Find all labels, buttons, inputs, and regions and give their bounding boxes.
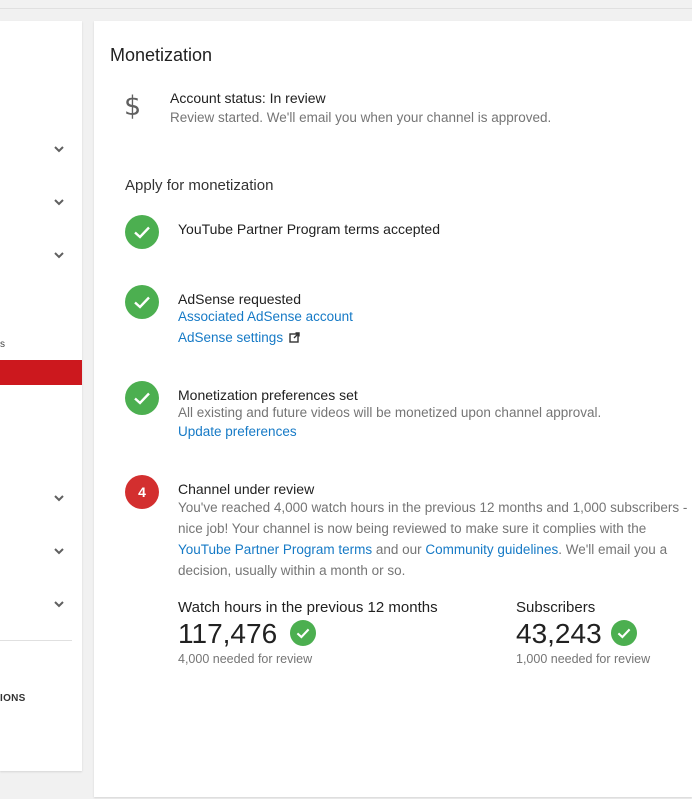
subscribers-label: Subscribers (516, 599, 596, 616)
sidebar: s IONS (0, 21, 82, 771)
chevron-down-icon[interactable] (52, 544, 66, 558)
partner-program-terms-link[interactable]: YouTube Partner Program terms (178, 542, 372, 557)
section-title: Apply for monetization (125, 177, 274, 194)
check-icon (290, 620, 316, 646)
check-icon (125, 381, 159, 415)
associated-adsense-link[interactable]: Associated AdSense account (178, 309, 353, 324)
chevron-down-icon[interactable] (52, 597, 66, 611)
subscribers-value: 43,243 (516, 618, 602, 649)
chevron-down-icon[interactable] (52, 491, 66, 505)
chevron-down-icon[interactable] (52, 142, 66, 156)
step-title: Monetization preferences set (178, 387, 358, 403)
step-text: and our (372, 542, 426, 557)
watch-hours-requirement: 4,000 needed for review (178, 652, 313, 666)
step-text: You've reached 4,000 watch hours in the … (178, 500, 688, 536)
external-link-icon[interactable] (289, 331, 300, 346)
account-status: Account status: In review (170, 90, 326, 106)
check-icon (125, 215, 159, 249)
account-status-subtitle: Review started. We'll email you when you… (170, 110, 552, 125)
sidebar-item-active[interactable] (0, 360, 82, 385)
step-description: You've reached 4,000 watch hours in the … (178, 497, 688, 581)
watch-hours-label: Watch hours in the previous 12 months (178, 599, 438, 616)
watch-hours-value: 117,476 (178, 618, 278, 649)
step-title: AdSense requested (178, 291, 301, 307)
step-title: Channel under review (178, 481, 315, 497)
dollar-icon: $ (124, 91, 142, 122)
sidebar-item-label: s (0, 339, 6, 350)
monetization-panel: Monetization $ Account status: In review… (94, 21, 692, 797)
adsense-settings-link[interactable]: AdSense settings (178, 330, 300, 346)
page-title: Monetization (110, 45, 213, 65)
adsense-settings-label[interactable]: AdSense settings (178, 330, 283, 345)
step-number-badge: 4 (125, 475, 159, 509)
community-guidelines-link[interactable]: Community guidelines (425, 542, 558, 557)
chevron-down-icon[interactable] (52, 195, 66, 209)
step-description: All existing and future videos will be m… (178, 405, 602, 420)
top-bar (0, 0, 692, 9)
update-preferences-link[interactable]: Update preferences (178, 424, 297, 439)
sidebar-divider (0, 640, 72, 641)
chevron-down-icon[interactable] (52, 248, 66, 262)
check-icon (125, 285, 159, 319)
subscribers-requirement: 1,000 needed for review (516, 652, 651, 666)
step-title: YouTube Partner Program terms accepted (178, 221, 440, 237)
check-icon (611, 620, 637, 646)
sidebar-footer-link[interactable]: IONS (0, 693, 26, 704)
